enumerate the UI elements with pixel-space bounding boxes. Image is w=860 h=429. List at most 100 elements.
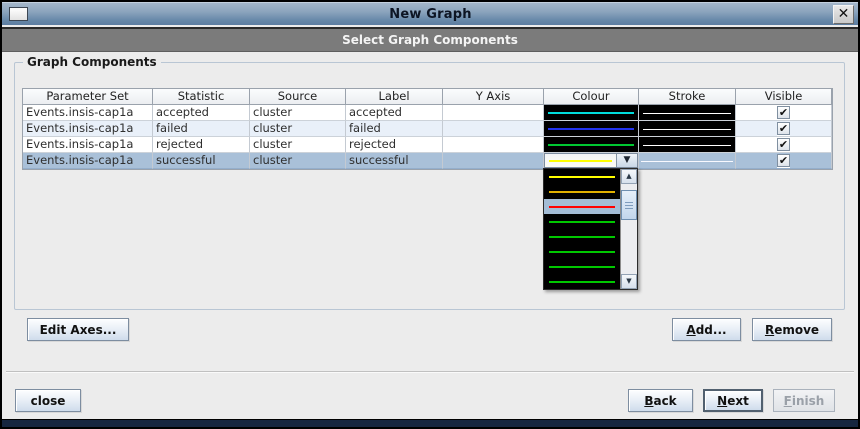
edit-axes-label: Edit Axes... xyxy=(39,322,117,337)
visible-checkbox[interactable]: ✔ xyxy=(777,122,790,135)
colour-option[interactable] xyxy=(544,229,620,244)
colour-option[interactable] xyxy=(544,169,620,184)
visible-checkbox[interactable]: ✔ xyxy=(777,106,790,119)
cell-colour[interactable] xyxy=(544,137,639,153)
cell-visible: ✔ xyxy=(736,121,832,137)
combo-arrow-button[interactable]: ▼ xyxy=(616,154,637,167)
cell-stroke[interactable] xyxy=(639,137,736,153)
cell-colour[interactable] xyxy=(544,121,639,137)
cell-parameter-set[interactable]: Events.insis-cap1a xyxy=(23,153,153,169)
col-header-label[interactable]: Label xyxy=(346,89,443,105)
col-header-stroke[interactable]: Stroke xyxy=(639,89,736,105)
col-header-y-axis[interactable]: Y Axis xyxy=(443,89,544,105)
titlebar: New Graph ✕ xyxy=(2,2,858,25)
cell-statistic[interactable]: failed xyxy=(153,121,250,137)
cell-source[interactable]: cluster xyxy=(250,105,346,121)
cell-source[interactable]: cluster xyxy=(250,121,346,137)
cell-y-axis[interactable] xyxy=(443,137,544,153)
col-header-source[interactable]: Source xyxy=(250,89,346,105)
visible-checkbox[interactable]: ✔ xyxy=(777,154,790,167)
cell-y-axis[interactable] xyxy=(443,153,544,169)
cell-y-axis[interactable] xyxy=(443,105,544,121)
thumb-grip xyxy=(625,202,633,209)
colour-line xyxy=(548,144,634,146)
cell-parameter-set[interactable]: Events.insis-cap1a xyxy=(23,121,153,137)
table-row[interactable]: Events.insis-cap1a accepted cluster acce… xyxy=(23,105,832,121)
colour-line xyxy=(548,112,634,114)
colour-dropdown: ▲ ▼ xyxy=(543,168,638,290)
colour-option[interactable] xyxy=(544,244,620,259)
remove-button[interactable]: Remove xyxy=(752,318,832,341)
colour-option[interactable] xyxy=(544,214,620,229)
cell-source[interactable]: cluster xyxy=(250,153,346,169)
colour-option-line xyxy=(549,221,615,223)
colour-swatch xyxy=(544,137,638,152)
next-button[interactable]: Next xyxy=(703,389,763,412)
colour-option[interactable] xyxy=(544,184,620,199)
cell-source[interactable]: cluster xyxy=(250,137,346,153)
colour-swatch xyxy=(544,105,638,120)
table-row[interactable]: Events.insis-cap1a rejected cluster reje… xyxy=(23,137,832,153)
cell-label[interactable]: rejected xyxy=(346,137,443,153)
back-label: B xyxy=(644,393,654,408)
cell-statistic[interactable]: successful xyxy=(153,153,250,169)
col-header-statistic[interactable]: Statistic xyxy=(153,89,250,105)
cell-colour[interactable] xyxy=(544,105,639,121)
col-header-parameter-set[interactable]: Parameter Set xyxy=(23,89,153,105)
add-button[interactable]: Add... xyxy=(672,318,741,341)
visible-checkbox[interactable]: ✔ xyxy=(777,138,790,151)
cell-label[interactable]: accepted xyxy=(346,105,443,121)
stroke-swatch xyxy=(639,137,735,152)
stroke-swatch xyxy=(639,105,735,120)
cell-stroke[interactable] xyxy=(639,153,736,169)
stroke-line xyxy=(641,161,733,162)
cell-stroke[interactable] xyxy=(639,105,736,121)
table-row[interactable]: Events.insis-cap1a failed cluster failed… xyxy=(23,121,832,137)
colour-option-line xyxy=(549,176,615,178)
finish-button: Finish xyxy=(773,389,835,412)
colour-option-line xyxy=(549,236,615,238)
cell-colour-editing: ▼ xyxy=(544,153,639,169)
cell-label[interactable]: failed xyxy=(346,121,443,137)
dropdown-scrollbar[interactable]: ▲ ▼ xyxy=(620,169,637,289)
combo-editor[interactable] xyxy=(545,154,616,167)
col-header-colour[interactable]: Colour xyxy=(544,89,639,105)
colour-combobox[interactable]: ▼ xyxy=(544,153,638,168)
colour-option[interactable] xyxy=(544,259,620,274)
close-button[interactable]: close xyxy=(15,389,81,412)
cell-statistic[interactable]: rejected xyxy=(153,137,250,153)
scrollbar-thumb[interactable] xyxy=(621,190,637,220)
scroll-down-button[interactable]: ▼ xyxy=(621,274,637,289)
col-header-visible[interactable]: Visible xyxy=(736,89,832,105)
colour-option-selected[interactable] xyxy=(544,199,620,214)
stroke-swatch xyxy=(639,121,735,136)
cell-stroke[interactable] xyxy=(639,121,736,137)
cell-parameter-set[interactable]: Events.insis-cap1a xyxy=(23,105,153,121)
window-bottom-strip xyxy=(2,419,858,427)
colour-line xyxy=(549,160,612,162)
cell-y-axis[interactable] xyxy=(443,121,544,137)
window-icon xyxy=(9,7,28,21)
edit-axes-button[interactable]: Edit Axes... xyxy=(27,318,129,341)
cell-visible: ✔ xyxy=(736,153,832,169)
new-graph-dialog: New Graph ✕ Select Graph Components Grap… xyxy=(0,0,860,429)
table-row-selected[interactable]: Events.insis-cap1a successful cluster su… xyxy=(23,153,832,169)
group-title: Graph Components xyxy=(23,55,161,69)
components-table: Parameter Set Statistic Source Label Y A… xyxy=(22,88,833,170)
close-icon[interactable]: ✕ xyxy=(833,4,854,24)
stroke-line xyxy=(643,145,731,146)
finish-label: F xyxy=(783,393,792,408)
cell-parameter-set[interactable]: Events.insis-cap1a xyxy=(23,137,153,153)
stroke-swatch xyxy=(639,153,735,168)
window-title: New Graph xyxy=(389,6,472,22)
colour-option[interactable] xyxy=(544,274,620,289)
colour-swatch xyxy=(544,121,638,136)
cell-statistic[interactable]: accepted xyxy=(153,105,250,121)
colour-line xyxy=(548,128,634,130)
remove-label: R xyxy=(764,322,775,337)
next-label: N xyxy=(717,393,728,408)
stroke-line xyxy=(643,129,731,130)
back-button[interactable]: Back xyxy=(628,389,693,412)
cell-label[interactable]: successful xyxy=(346,153,443,169)
scroll-up-button[interactable]: ▲ xyxy=(621,169,637,184)
